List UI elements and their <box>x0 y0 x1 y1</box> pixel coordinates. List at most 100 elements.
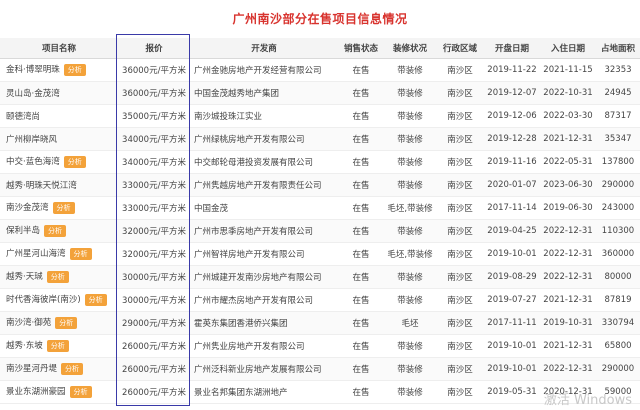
land-area-text: 65800 <box>604 340 632 351</box>
open-date-text: 2017-11-14 <box>487 202 537 213</box>
project-name-cell[interactable]: 景业东湖洲豪园 分析 <box>0 380 118 404</box>
open-date-cell: 2020-01-07 <box>484 173 540 197</box>
project-name-cell[interactable]: 越秀·东坡 分析 <box>0 334 118 358</box>
sale-status-text: 在售 <box>352 111 370 122</box>
project-name-text[interactable]: 广州星河山海湾 <box>6 249 66 259</box>
open-date-text: 2019-12-06 <box>487 110 537 121</box>
move-in-date-cell: 2021-11-15 <box>540 58 596 82</box>
project-name-text[interactable]: 越秀·东坡 <box>6 341 43 351</box>
sale-status-text: 在售 <box>352 249 370 260</box>
decoration-status-cell: 带装修 <box>384 288 436 312</box>
developer-text: 广州绿桃房地产开发有限公司 <box>194 134 305 145</box>
project-name-text[interactable]: 南沙湾·御苑 <box>6 318 51 328</box>
developer-cell: 中国金茂 <box>190 196 338 220</box>
project-name-cell[interactable]: 颐德湾尚 <box>0 104 118 128</box>
project-name-text[interactable]: 保利半岛 <box>6 226 40 236</box>
developer-cell: 南沙城投珠江实业 <box>190 104 338 128</box>
sale-status-text: 在售 <box>352 318 370 329</box>
developer-text: 中国金茂越秀地产集团 <box>194 88 280 99</box>
analysis-button[interactable]: 分析 <box>61 362 84 375</box>
sale-status-cell: 在售 <box>338 357 384 381</box>
project-name-text[interactable]: 南沙金茂湾 <box>6 203 49 213</box>
analysis-button[interactable]: 分析 <box>63 155 86 168</box>
project-name-cell[interactable]: 广州柳岸晓风 <box>0 127 118 151</box>
project-name-cell[interactable]: 南沙湾·御苑 分析 <box>0 311 118 335</box>
open-date-text: 2019-04-25 <box>487 225 537 236</box>
project-name-cell[interactable]: 越秀·明珠天悦江湾 <box>0 173 118 197</box>
district-cell: 南沙区 <box>436 334 484 358</box>
sale-status-text: 在售 <box>352 134 370 145</box>
decoration-status-cell: 带装修 <box>384 219 436 243</box>
land-area-cell: 360000 <box>596 242 640 266</box>
price-text: 33000元/平方米 <box>122 203 186 214</box>
project-name-text[interactable]: 颐德湾尚 <box>6 112 40 122</box>
move-in-date-cell: 2022-12-31 <box>540 357 596 381</box>
project-name-cell[interactable]: 越秀·天珹 分析 <box>0 265 118 289</box>
analysis-button[interactable]: 分析 <box>69 385 92 398</box>
move-in-date-text: 2021-11-15 <box>543 64 593 75</box>
district-text: 南沙区 <box>447 134 473 145</box>
move-in-date-text: 2021-12-31 <box>543 340 593 351</box>
developer-text: 广州隽越房地产开发有限责任公司 <box>194 180 322 191</box>
decoration-status-text: 带装修 <box>397 341 423 352</box>
analysis-button[interactable]: 分析 <box>55 316 78 329</box>
open-date-text: 2019-05-31 <box>487 386 537 397</box>
open-date-text: 2020-01-07 <box>487 179 537 190</box>
sale-status-cell: 在售 <box>338 334 384 358</box>
table-row: 广州星河山海湾 分析 32000元/平方米 广州智祥房地产开发有限公司 在售 毛坯,带装修… <box>0 242 640 266</box>
project-name-cell[interactable]: 时代香海彼岸(南沙) 分析 <box>0 288 118 312</box>
table-row: 灵山岛·金茂湾 36000元/平方米 中国金茂越秀地产集团 在售 带装修 南沙区 2019-… <box>0 81 640 105</box>
project-name-cell[interactable]: 保利半岛 分析 <box>0 219 118 243</box>
project-name-text[interactable]: 景业东湖洲豪园 <box>6 387 66 397</box>
project-name-text[interactable]: 南沙星河丹堤 <box>6 364 57 374</box>
project-name-cell[interactable]: 金科·博翠明珠 分析 <box>0 58 118 82</box>
analysis-button[interactable]: 分析 <box>52 201 75 214</box>
project-name-text[interactable]: 时代香海彼岸(南沙) <box>6 295 81 305</box>
project-name-text[interactable]: 广州柳岸晓风 <box>6 135 57 145</box>
table-row: 南沙星河丹堤 分析 26000元/平方米 广州泛科新业房地产发展有限公司 在售 带装修 南沙… <box>0 357 640 381</box>
sale-status-cell: 在售 <box>338 311 384 335</box>
land-area-text: 290000 <box>601 363 635 374</box>
project-name-text[interactable]: 中交·蓝色海湾 <box>6 157 60 167</box>
project-name-text[interactable]: 金科·博翠明珠 <box>6 65 60 75</box>
sale-status-text: 在售 <box>352 180 370 191</box>
move-in-date-cell: 2021-12-31 <box>540 288 596 312</box>
open-date-cell: 2019-04-25 <box>484 219 540 243</box>
district-cell: 南沙区 <box>436 104 484 128</box>
district-cell: 南沙区 <box>436 81 484 105</box>
project-name-text[interactable]: 灵山岛·金茂湾 <box>6 89 60 99</box>
price-cell: 34000元/平方米 <box>118 150 190 174</box>
analysis-button[interactable]: 分析 <box>69 247 92 260</box>
price-text: 36000元/平方米 <box>122 88 186 99</box>
analysis-button[interactable]: 分析 <box>44 224 67 237</box>
sale-status-text: 在售 <box>352 295 370 306</box>
header-status: 销售状态 <box>338 38 384 59</box>
land-area-cell: 137800 <box>596 150 640 174</box>
price-text: 30000元/平方米 <box>122 295 186 306</box>
analysis-button[interactable]: 分析 <box>84 293 107 306</box>
sale-status-cell: 在售 <box>338 127 384 151</box>
analysis-button[interactable]: 分析 <box>46 339 69 352</box>
land-area-cell: 80000 <box>596 265 640 289</box>
developer-text: 广州隽业房地产开发有限公司 <box>194 341 305 352</box>
analysis-button[interactable]: 分析 <box>46 270 69 283</box>
project-name-text[interactable]: 越秀·明珠天悦江湾 <box>6 181 77 191</box>
analysis-button[interactable]: 分析 <box>63 63 86 76</box>
table-row: 保利半岛 分析 32000元/平方米 广州市思季房地产开发有限公司 在售 带装修 南沙区 20… <box>0 219 640 243</box>
project-name-cell[interactable]: 南沙星河丹堤 分析 <box>0 357 118 381</box>
price-text: 26000元/平方米 <box>122 387 186 398</box>
land-area-text: 80000 <box>604 271 632 282</box>
project-name-cell[interactable]: 灵山岛·金茂湾 <box>0 81 118 105</box>
project-name-cell[interactable]: 南沙金茂湾 分析 <box>0 196 118 220</box>
decoration-status-text: 带装修 <box>397 134 423 145</box>
sale-status-text: 在售 <box>352 387 370 398</box>
project-name-cell[interactable]: 中交·蓝色海湾 分析 <box>0 150 118 174</box>
district-text: 南沙区 <box>447 364 473 375</box>
developer-cell: 广州城建开发南沙房地产有限公司 <box>190 265 338 289</box>
project-name-cell[interactable]: 广州星河山海湾 分析 <box>0 242 118 266</box>
land-area-text: 290000 <box>601 179 635 190</box>
district-cell: 南沙区 <box>436 173 484 197</box>
header-price: 报价 <box>118 38 190 59</box>
move-in-date-text: 2019-06-30 <box>543 202 593 213</box>
project-name-text[interactable]: 越秀·天珹 <box>6 272 43 282</box>
